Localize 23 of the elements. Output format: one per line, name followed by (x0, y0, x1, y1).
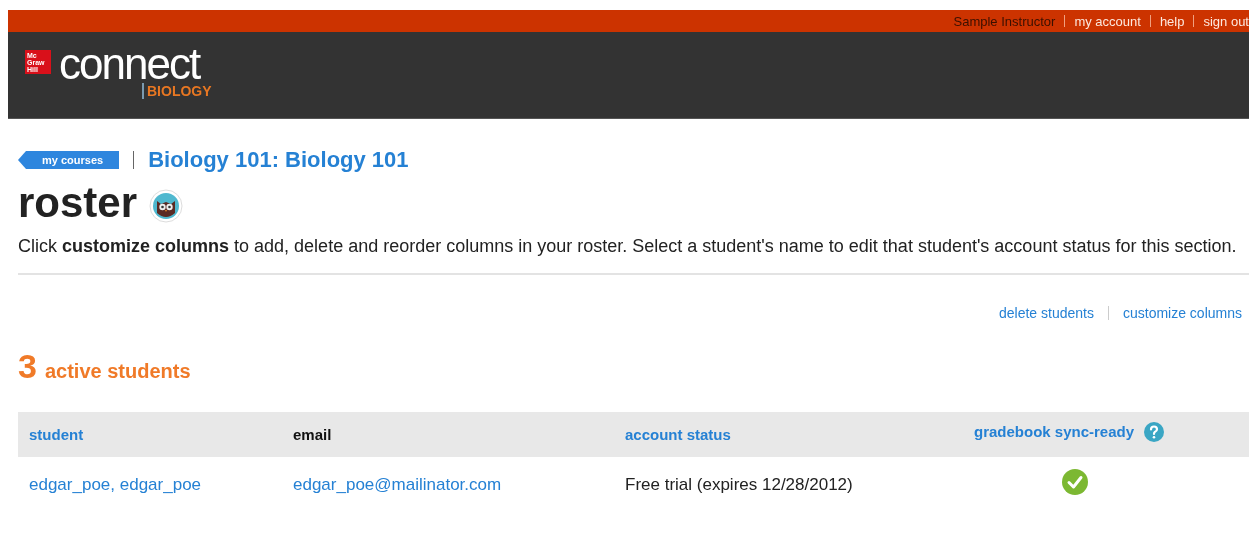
subject-label: BIOLOGY (142, 83, 212, 99)
owl-icon (149, 189, 184, 223)
header-link[interactable]: sign out (1203, 13, 1249, 29)
status-text: Free trial (expires 12/28/2012) (625, 474, 853, 494)
product-logo: connect (59, 46, 200, 82)
instructions-text: Click customize columns to add, delete and reorder columns in your roster. Select a student's name to edit that student's account status for this section. (18, 235, 1238, 258)
column-header[interactable]: gradebook sync-ready (974, 423, 1135, 440)
header-link[interactable]: help (1159, 13, 1185, 29)
column-header[interactable]: account status (625, 426, 731, 443)
header-link[interactable]: my account (1074, 13, 1141, 29)
page-title: roster (18, 179, 138, 227)
action-link[interactable]: delete students (999, 305, 1094, 321)
action-link[interactable]: customize columns (1122, 305, 1242, 321)
course-link[interactable]: Biology 101: Biology 101 (148, 147, 409, 173)
column-header[interactable]: student (29, 426, 84, 443)
student-link[interactable]: edgar_poe, edgar_poe (29, 474, 202, 494)
back-button[interactable]: my courses (18, 151, 120, 169)
count-label: active students (44, 360, 191, 383)
student-count: 3 (18, 347, 37, 386)
email-link[interactable]: edgar_poe@mailinator.com (293, 474, 502, 494)
user-name: Sample Instructor (953, 13, 1056, 29)
column-header: email (293, 426, 332, 443)
help-icon[interactable] (1144, 421, 1165, 442)
